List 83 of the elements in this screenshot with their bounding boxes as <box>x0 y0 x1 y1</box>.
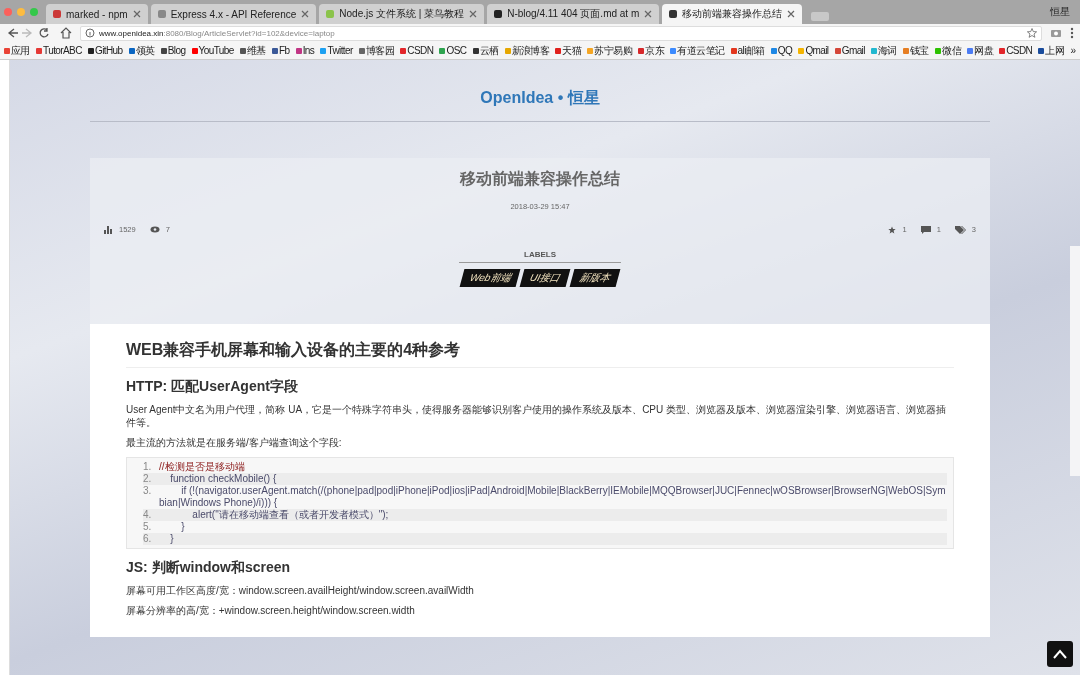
line-number: 5. <box>143 521 153 533</box>
bookmark-item[interactable]: 微信 <box>935 43 961 58</box>
tab-title: N-blog/4.11 404 页面.md at m <box>507 7 640 21</box>
bookmark-item[interactable]: Ins <box>295 45 315 56</box>
bookmark-item[interactable]: CSDN <box>999 45 1033 56</box>
profile-name[interactable]: 恒星 <box>1050 5 1070 19</box>
bookmark-item[interactable]: Twitter <box>320 45 353 56</box>
tab-title: Express 4.x - API Reference <box>170 8 297 20</box>
bookmark-item[interactable]: TutorABC <box>36 45 82 56</box>
bookmark-item[interactable]: 博客园 <box>358 43 395 58</box>
subsection-heading: HTTP: 匹配UserAgent字段 <box>126 378 299 396</box>
browser-tab[interactable]: Node.js 文件系统 | 菜鸟教程 <box>319 4 485 24</box>
eye-icon <box>149 226 160 233</box>
line-number: 2. <box>143 473 153 485</box>
site-title[interactable]: OpenIdea • 恒星 <box>480 88 600 109</box>
paragraph: 最主流的方法就是在服务端/客户端查询这个字段: <box>126 436 343 449</box>
bookmark-item[interactable]: 有道云笔记 <box>670 43 725 58</box>
bookmark-item[interactable]: 领英 <box>128 43 155 58</box>
bookmark-item[interactable]: 钱宝 <box>903 43 929 58</box>
paragraph: User Agent中文名为用户代理，简称 UA，它是一个特殊字符串头，使得服务器能够识别客户使用的操作系统及版本、CPU 类型、浏览器及版本、浏览器渲染引擎、浏览器语言、浏览器插件等。 <box>126 403 948 429</box>
subsection-heading: JS: 判断window和screen <box>126 559 292 577</box>
code-line: } <box>180 521 185 533</box>
comment-icon <box>920 225 931 234</box>
browser-tab[interactable]: N-blog/4.11 404 页面.md at m <box>487 4 660 24</box>
bookmark-item[interactable]: GitHub <box>88 45 123 56</box>
bookmark-item[interactable]: CSDN <box>400 45 434 56</box>
line-number: 4. <box>143 509 153 521</box>
code-line: alert("请在移动端查看（或者开发者模式）"); <box>191 509 389 521</box>
browser-tab[interactable]: marked - npm <box>46 4 148 24</box>
line-number: 1. <box>143 461 153 473</box>
line-number: 6. <box>143 533 153 545</box>
info-icon[interactable] <box>85 28 95 38</box>
bookmark-item[interactable]: Gmail <box>834 45 865 56</box>
article-title: 移动前端兼容操作总结 <box>460 169 620 189</box>
bookmark-item[interactable]: 云栖 <box>472 43 499 58</box>
bookmark-item[interactable]: 海词 <box>871 43 897 58</box>
bookmark-item[interactable]: QQ <box>770 45 793 56</box>
bookmark-item[interactable]: OSC <box>439 45 467 56</box>
bookmark-item[interactable]: YouTube <box>191 45 234 56</box>
bookmark-item[interactable]: Fb <box>271 45 290 56</box>
close-icon[interactable] <box>787 10 796 18</box>
more-bookmarks[interactable]: » <box>1070 45 1076 56</box>
tag-label[interactable]: Web前端 <box>459 269 521 287</box>
bookmark-item[interactable]: 新浪博客 <box>504 43 550 58</box>
close-icon[interactable] <box>644 10 653 18</box>
bookmark-item[interactable]: 天猫 <box>555 43 582 58</box>
address-field[interactable]: www.openidea.xin:8080/Blog/ArticleServlet?id=102&device=laptop <box>80 25 1042 41</box>
paragraph: 屏幕分辨率的高/宽：+window.screen.height/window.screen.width <box>126 604 416 617</box>
tab-title: Node.js 文件系统 | 菜鸟教程 <box>339 7 465 21</box>
tab-title: marked - npm <box>66 8 128 20</box>
bookmark-item[interactable]: 维基 <box>239 43 266 58</box>
bookmark-star-icon[interactable] <box>1027 28 1037 38</box>
bookmark-item[interactable]: 网盘 <box>967 43 993 58</box>
section-heading: WEB兼容手机屏幕和输入设备的主要的4种参考 <box>126 340 954 368</box>
menu-icon[interactable] <box>1070 27 1074 39</box>
bookmark-item[interactable]: 上网 <box>1038 43 1065 58</box>
line-number: 3. <box>143 485 153 497</box>
tags-icon <box>954 225 966 234</box>
chevron-up-icon <box>1052 649 1068 659</box>
bookmark-item[interactable]: 应用 <box>4 43 30 58</box>
bookmark-item[interactable]: 苏宁易购 <box>587 43 633 58</box>
close-icon[interactable] <box>132 10 141 18</box>
code-line: function checkMobile() { <box>169 473 277 485</box>
browser-tab[interactable]: 移动前端兼容操作总结 <box>662 4 803 24</box>
browser-tab[interactable]: Express 4.x - API Reference <box>150 4 317 24</box>
tab-title: 移动前端兼容操作总结 <box>682 7 783 21</box>
close-icon[interactable] <box>469 10 478 18</box>
close-icon[interactable] <box>301 10 310 18</box>
paragraph: 屏幕可用工作区高度/宽：window.screen.availHeight/window.screen.availWidth <box>126 584 475 597</box>
bookmark-item[interactable]: ali邮箱 <box>730 43 765 58</box>
star-icon <box>888 225 897 234</box>
home-icon[interactable] <box>60 27 72 39</box>
back-to-top-button[interactable] <box>1047 641 1073 667</box>
camera-icon[interactable] <box>1050 28 1062 38</box>
bookmark-item[interactable]: Blog <box>160 45 186 56</box>
bookmark-item[interactable]: Qmail <box>798 45 829 56</box>
tag-label[interactable]: UI接口 <box>519 269 571 287</box>
code-line: //检测是否是移动端 <box>159 461 245 473</box>
tag-label[interactable]: 新版本 <box>569 269 621 287</box>
labels-heading: LABELS <box>459 250 621 263</box>
bookmark-item[interactable]: 京东 <box>638 43 665 58</box>
code-line: } <box>169 533 174 545</box>
bar-chart-icon <box>104 225 113 234</box>
